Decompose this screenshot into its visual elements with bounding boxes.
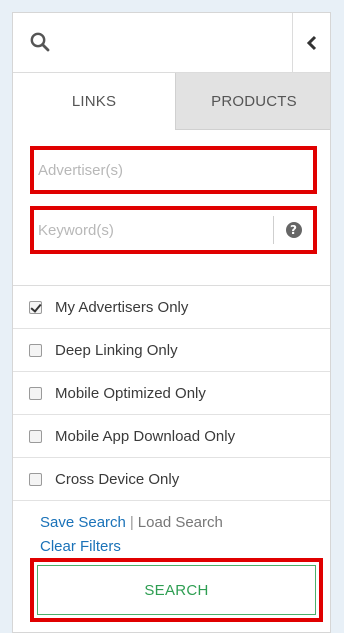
load-search-link[interactable]: Load Search	[138, 514, 223, 531]
option-label: Mobile App Download Only	[55, 427, 236, 445]
chevron-left-icon	[306, 35, 316, 50]
save-search-link[interactable]: Save Search	[40, 514, 126, 531]
search-button-label: SEARCH	[144, 581, 209, 599]
checkbox-icon[interactable]	[29, 429, 42, 443]
clear-filters-link[interactable]: Clear Filters	[40, 538, 121, 555]
search-filter-panel: LINKS PRODUCTS ? My Advertisers Only Dee…	[12, 12, 331, 633]
saved-search-links: Save Search | Load Search	[40, 513, 223, 532]
checkbox-icon[interactable]	[29, 343, 42, 357]
panel-header	[13, 13, 330, 73]
help-icon[interactable]: ?	[285, 222, 302, 238]
option-deep-linking-only[interactable]: Deep Linking Only	[13, 329, 330, 372]
tab-links[interactable]: LINKS	[13, 73, 175, 130]
option-mobile-optimized-only[interactable]: Mobile Optimized Only	[13, 372, 330, 415]
search-button[interactable]: SEARCH	[30, 558, 323, 622]
checkbox-icon[interactable]	[29, 386, 42, 400]
option-mobile-app-download-only[interactable]: Mobile App Download Only	[13, 415, 330, 458]
option-label: Cross Device Only	[55, 470, 180, 488]
option-my-advertisers-only[interactable]: My Advertisers Only	[13, 286, 330, 329]
advertiser-field-box	[30, 146, 317, 194]
search-icon[interactable]	[29, 31, 51, 53]
tab-products[interactable]: PRODUCTS	[175, 73, 330, 130]
keyword-input[interactable]	[38, 214, 273, 246]
tab-bar: LINKS PRODUCTS	[13, 73, 330, 130]
checkbox-icon[interactable]	[29, 472, 42, 486]
option-label: Deep Linking Only	[55, 341, 178, 359]
link-separator: |	[129, 514, 134, 531]
advertiser-input[interactable]	[38, 154, 308, 186]
collapse-button[interactable]	[292, 13, 330, 72]
clear-filters-row: Clear Filters	[40, 538, 121, 555]
option-label: My Advertisers Only	[55, 298, 189, 316]
keyword-help[interactable]: ?	[273, 216, 313, 244]
option-label: Mobile Optimized Only	[55, 384, 206, 402]
checkbox-icon[interactable]	[29, 300, 42, 314]
keyword-field-box: ?	[30, 206, 317, 254]
option-cross-device-only[interactable]: Cross Device Only	[13, 458, 330, 501]
